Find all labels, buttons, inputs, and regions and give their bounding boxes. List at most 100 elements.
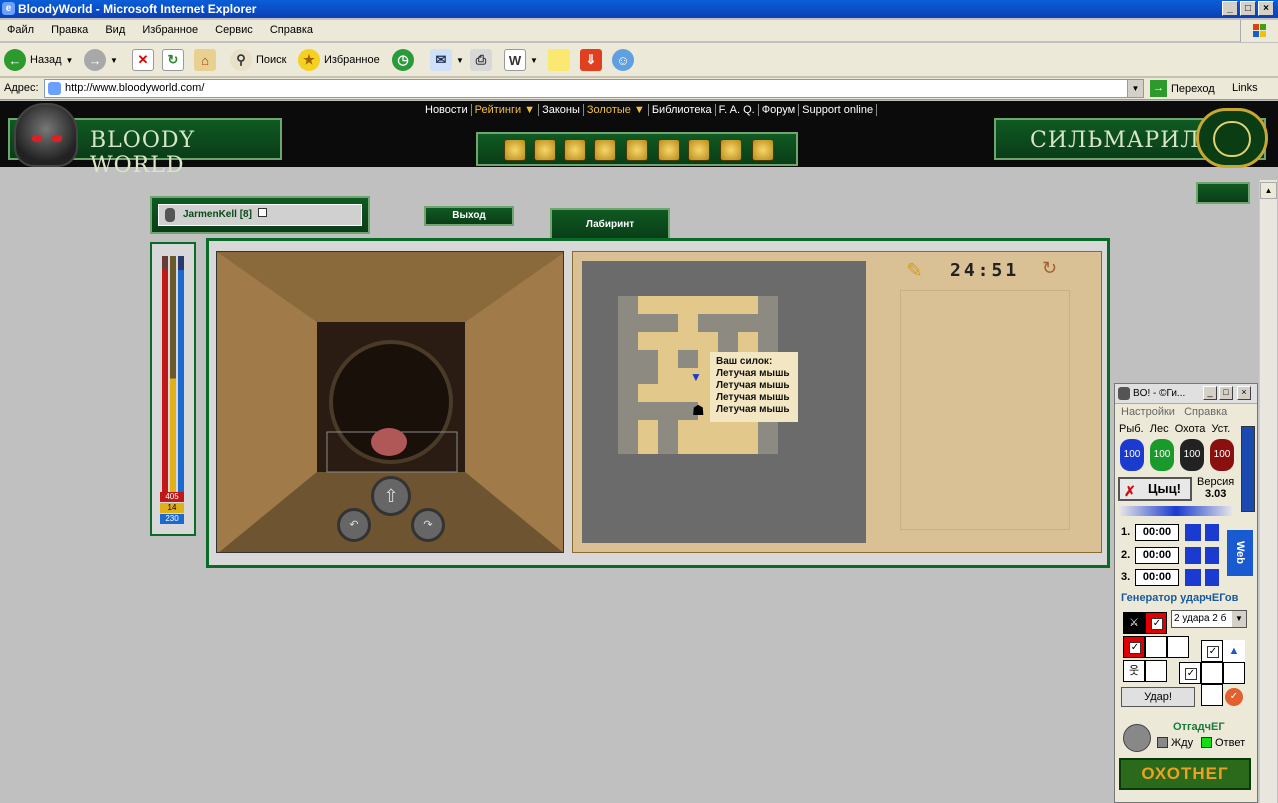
nav-gold[interactable]: Золотые ▼ xyxy=(583,104,649,116)
checkbox[interactable]: ✓ xyxy=(1129,642,1141,654)
hit-button[interactable]: Удар! xyxy=(1121,687,1195,707)
notes-button[interactable] xyxy=(548,47,570,73)
turn-right-button[interactable]: ↷ xyxy=(411,508,445,542)
refresh-button[interactable]: ↻ xyxy=(162,47,184,73)
strike-cell[interactable] xyxy=(1145,660,1167,682)
nav-forum[interactable]: Форум xyxy=(758,104,800,116)
nav-faq[interactable]: F. A. Q. xyxy=(715,104,759,116)
history-button[interactable]: ◷ xyxy=(392,47,414,73)
minus-button[interactable] xyxy=(1185,569,1201,586)
block-cell[interactable]: ✓ xyxy=(1201,640,1223,662)
strike-cell[interactable]: ✓ xyxy=(1123,636,1145,658)
menu-view[interactable]: Вид xyxy=(98,20,132,36)
home-button[interactable]: ⌂ xyxy=(194,47,216,73)
menu-tools[interactable]: Сервис xyxy=(208,20,260,36)
scroll-up-icon[interactable]: ▲ xyxy=(1260,182,1277,199)
go-button[interactable]: → Переход xyxy=(1150,80,1215,97)
potion-icon[interactable] xyxy=(688,139,710,161)
bot-tab-install[interactable]: Уст. xyxy=(1212,423,1231,435)
mail-icon[interactable] xyxy=(720,139,742,161)
links-button[interactable]: Links xyxy=(1232,82,1258,94)
nav-laws[interactable]: Законы xyxy=(539,104,584,116)
shield-icon[interactable] xyxy=(564,139,586,161)
gate-icon[interactable] xyxy=(752,139,774,161)
bot-tab-hunting[interactable]: Охота xyxy=(1175,423,1206,435)
address-input[interactable]: http://www.bloodyworld.com/ ▼ xyxy=(44,79,1144,98)
menu-edit[interactable]: Правка xyxy=(44,20,95,36)
tab-labyrinth[interactable]: Лабиринт xyxy=(550,208,670,240)
nav-library[interactable]: Библиотека xyxy=(648,104,716,116)
bot-maximize-button[interactable]: □ xyxy=(1219,386,1233,400)
swords-icon[interactable]: ⚔ xyxy=(1123,612,1145,634)
pause-button[interactable] xyxy=(1205,547,1219,564)
bot-minimize-button[interactable]: _ xyxy=(1203,386,1217,400)
tank-red[interactable]: 100 xyxy=(1210,439,1234,471)
address-dropdown-icon[interactable]: ▼ xyxy=(1127,80,1143,97)
bot-close-button[interactable]: × xyxy=(1237,386,1251,400)
nav-ratings[interactable]: Рейтинги ▼ xyxy=(471,104,540,116)
menu-file[interactable]: Файл xyxy=(0,20,41,36)
character-icon[interactable] xyxy=(534,139,556,161)
search-button[interactable]: ⚲ Поиск xyxy=(230,47,286,73)
close-button[interactable]: × xyxy=(1258,1,1274,16)
tank-green[interactable]: 100 xyxy=(1150,439,1174,471)
menu-help[interactable]: Справка xyxy=(263,20,320,36)
info-icon[interactable] xyxy=(257,208,267,217)
menu-favorites[interactable]: Избранное xyxy=(135,20,205,36)
strikes-select[interactable]: 2 удара 2 б ▼ xyxy=(1171,610,1247,628)
block-cell[interactable] xyxy=(1223,662,1245,684)
stop-button[interactable]: ✕ xyxy=(132,47,154,73)
hunter-banner[interactable]: ОХОТНЕГ xyxy=(1119,758,1251,790)
bookmark-button[interactable]: ⇓ xyxy=(580,47,602,73)
edit-button[interactable]: W ▼ xyxy=(504,47,538,73)
forward-button[interactable]: → ▼ xyxy=(84,47,118,73)
bot-menu-help[interactable]: Справка xyxy=(1184,406,1227,418)
tank-blue[interactable]: 100 xyxy=(1120,439,1144,471)
strike-cell[interactable] xyxy=(1145,636,1167,658)
bot-tab-fishing[interactable]: Рыб. xyxy=(1119,423,1144,435)
checkbox[interactable]: ✓ xyxy=(1185,668,1197,680)
maximize-button[interactable]: □ xyxy=(1240,1,1256,16)
print-button[interactable]: ⎙ xyxy=(470,47,492,73)
tree-emblem-icon xyxy=(1196,108,1268,168)
checkbox[interactable]: ✓ xyxy=(1207,646,1219,658)
timer-field[interactable]: 00:00 xyxy=(1135,524,1179,541)
refresh-icon[interactable]: ↻ xyxy=(1042,258,1057,279)
bot-side-arrow-icon[interactable] xyxy=(1241,426,1255,512)
chat-icon[interactable] xyxy=(626,139,648,161)
pause-button[interactable] xyxy=(1205,569,1219,586)
gold-bags-button[interactable] xyxy=(1196,182,1250,204)
minimize-button[interactable]: _ xyxy=(1222,1,1238,16)
strike-cell[interactable]: ✓ xyxy=(1145,612,1167,634)
vertical-scrollbar[interactable]: ▲ xyxy=(1259,180,1277,803)
timer-field[interactable]: 00:00 xyxy=(1135,569,1179,586)
block-cell[interactable] xyxy=(1201,684,1223,706)
bot-menu-settings[interactable]: Настройки xyxy=(1121,406,1175,418)
timer-field[interactable]: 00:00 xyxy=(1135,547,1179,564)
minus-button[interactable] xyxy=(1185,524,1201,541)
move-forward-button[interactable]: ⇧ xyxy=(371,476,411,516)
bag-icon[interactable] xyxy=(504,139,526,161)
turn-left-button[interactable]: ↶ xyxy=(337,508,371,542)
block-cell[interactable] xyxy=(1201,662,1223,684)
tsyts-button[interactable]: ✗ Цыц! xyxy=(1118,477,1192,501)
block-cell[interactable]: ✓ xyxy=(1179,662,1201,684)
hand-icon[interactable] xyxy=(658,139,680,161)
key-icon[interactable] xyxy=(594,139,616,161)
nav-support[interactable]: Support online xyxy=(799,104,878,116)
tank-black[interactable]: 100 xyxy=(1180,439,1204,471)
back-button[interactable]: ← Назад ▼ xyxy=(4,47,73,73)
pause-button[interactable] xyxy=(1205,524,1219,541)
nav-news[interactable]: Новости xyxy=(422,104,472,116)
mail-button[interactable]: ✉ ▼ xyxy=(430,47,464,73)
stats-bars-frame: 405 14 230 xyxy=(150,242,196,536)
web-button[interactable]: Web xyxy=(1227,530,1253,576)
minus-button[interactable] xyxy=(1185,547,1201,564)
exit-button[interactable]: Выход xyxy=(424,206,514,226)
favorites-button[interactable]: ★ Избранное xyxy=(298,47,380,73)
bot-tab-forest[interactable]: Лес xyxy=(1150,423,1169,435)
strike-cell[interactable] xyxy=(1167,636,1189,658)
messenger-button[interactable]: ☺ xyxy=(612,47,634,73)
checkbox[interactable]: ✓ xyxy=(1151,618,1163,630)
username[interactable]: JarmenKell [8] xyxy=(183,209,252,220)
